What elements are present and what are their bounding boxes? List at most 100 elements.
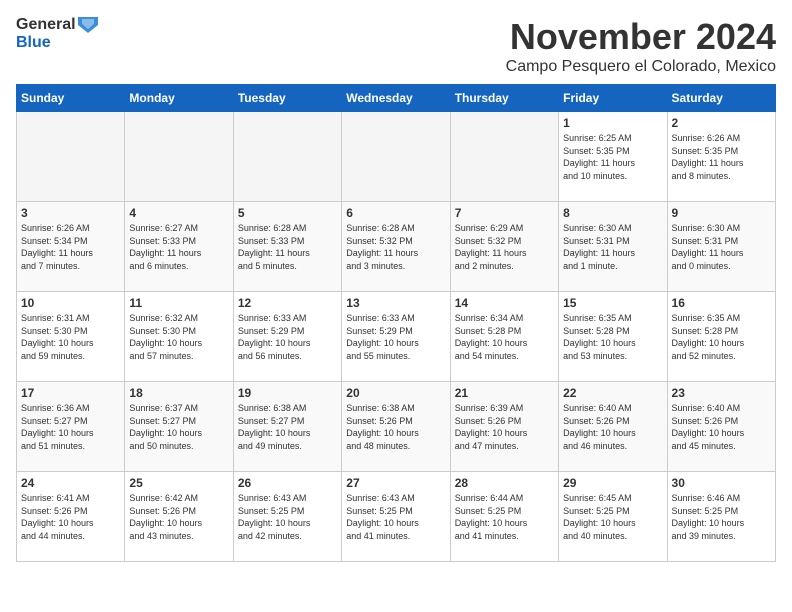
day-number: 2 bbox=[672, 116, 771, 130]
day-cell-3-2: 19 Sunrise: 6:38 AM Sunset: 5:27 PM Dayli… bbox=[233, 382, 341, 472]
day-number: 3 bbox=[21, 206, 120, 220]
day-cell-3-3: 20Sunrise: 6:38 AM Sunset: 5:26 PM Dayli… bbox=[342, 382, 450, 472]
day-number: 23 bbox=[672, 386, 771, 400]
week-row-2: 3 Sunrise: 6:26 AM Sunset: 5:34 PM Daylig… bbox=[17, 202, 776, 292]
day-info: Sunrise: 6:35 AM Sunset: 5:28 PM Dayligh… bbox=[672, 312, 771, 362]
day-cell-3-0: 17 Sunrise: 6:36 AM Sunset: 5:27 PM Dayli… bbox=[17, 382, 125, 472]
day-cell-4-5: 29Sunrise: 6:45 AM Sunset: 5:25 PM Dayli… bbox=[559, 472, 667, 562]
day-info: Sunrise: 6:26 AM Sunset: 5:34 PM Dayligh… bbox=[21, 222, 120, 272]
day-info: Sunrise: 6:36 AM Sunset: 5:27 PM Dayligh… bbox=[21, 402, 120, 452]
page-header: General Blue November 2024 Campo Pesquer… bbox=[16, 16, 776, 76]
day-cell-0-5: 1 Sunrise: 6:25 AM Sunset: 5:35 PM Daylig… bbox=[559, 112, 667, 202]
day-info: Sunrise: 6:43 AM Sunset: 5:25 PM Dayligh… bbox=[346, 492, 445, 542]
month-title: November 2024 bbox=[506, 16, 776, 58]
day-info: Sunrise: 6:40 AM Sunset: 5:26 PM Dayligh… bbox=[672, 402, 771, 452]
day-number: 22 bbox=[563, 386, 662, 400]
day-number: 27 bbox=[346, 476, 445, 490]
day-cell-0-0 bbox=[17, 112, 125, 202]
header-tuesday: Tuesday bbox=[233, 85, 341, 112]
title-block: November 2024 Campo Pesquero el Colorado… bbox=[506, 16, 776, 76]
logo-blue: Blue bbox=[16, 34, 98, 52]
day-number: 25 bbox=[129, 476, 228, 490]
day-cell-4-4: 28Sunrise: 6:44 AM Sunset: 5:25 PM Dayli… bbox=[450, 472, 558, 562]
day-cell-1-2: 5 Sunrise: 6:28 AM Sunset: 5:33 PM Daylig… bbox=[233, 202, 341, 292]
day-cell-0-6: 2 Sunrise: 6:26 AM Sunset: 5:35 PM Daylig… bbox=[667, 112, 775, 202]
day-cell-3-1: 18Sunrise: 6:37 AM Sunset: 5:27 PM Dayli… bbox=[125, 382, 233, 472]
logo: General Blue bbox=[16, 16, 98, 51]
day-number: 26 bbox=[238, 476, 337, 490]
logo-general: General bbox=[16, 16, 76, 34]
day-cell-2-4: 14Sunrise: 6:34 AM Sunset: 5:28 PM Dayli… bbox=[450, 292, 558, 382]
logo-arrow-icon bbox=[78, 17, 98, 33]
day-cell-0-3 bbox=[342, 112, 450, 202]
day-cell-4-3: 27 Sunrise: 6:43 AM Sunset: 5:25 PM Dayli… bbox=[342, 472, 450, 562]
day-number: 15 bbox=[563, 296, 662, 310]
day-cell-4-2: 26Sunrise: 6:43 AM Sunset: 5:25 PM Dayli… bbox=[233, 472, 341, 562]
day-number: 14 bbox=[455, 296, 554, 310]
day-info: Sunrise: 6:31 AM Sunset: 5:30 PM Dayligh… bbox=[21, 312, 120, 362]
calendar-table: Sunday Monday Tuesday Wednesday Thursday… bbox=[16, 84, 776, 562]
day-cell-2-5: 15 Sunrise: 6:35 AM Sunset: 5:28 PM Dayli… bbox=[559, 292, 667, 382]
header-thursday: Thursday bbox=[450, 85, 558, 112]
day-info: Sunrise: 6:33 AM Sunset: 5:29 PM Dayligh… bbox=[238, 312, 337, 362]
day-number: 21 bbox=[455, 386, 554, 400]
day-info: Sunrise: 6:41 AM Sunset: 5:26 PM Dayligh… bbox=[21, 492, 120, 542]
day-info: Sunrise: 6:46 AM Sunset: 5:25 PM Dayligh… bbox=[672, 492, 771, 542]
logo-container: General Blue bbox=[16, 16, 98, 51]
day-info: Sunrise: 6:30 AM Sunset: 5:31 PM Dayligh… bbox=[672, 222, 771, 272]
day-number: 24 bbox=[21, 476, 120, 490]
day-cell-0-1 bbox=[125, 112, 233, 202]
day-cell-3-5: 22 Sunrise: 6:40 AM Sunset: 5:26 PM Dayli… bbox=[559, 382, 667, 472]
day-number: 16 bbox=[672, 296, 771, 310]
day-cell-2-1: 11Sunrise: 6:32 AM Sunset: 5:30 PM Dayli… bbox=[125, 292, 233, 382]
week-row-5: 24 Sunrise: 6:41 AM Sunset: 5:26 PM Dayli… bbox=[17, 472, 776, 562]
day-info: Sunrise: 6:40 AM Sunset: 5:26 PM Dayligh… bbox=[563, 402, 662, 452]
day-info: Sunrise: 6:38 AM Sunset: 5:27 PM Dayligh… bbox=[238, 402, 337, 452]
day-number: 1 bbox=[563, 116, 662, 130]
header-monday: Monday bbox=[125, 85, 233, 112]
header-friday: Friday bbox=[559, 85, 667, 112]
day-number: 18 bbox=[129, 386, 228, 400]
day-number: 9 bbox=[672, 206, 771, 220]
day-cell-1-6: 9 Sunrise: 6:30 AM Sunset: 5:31 PM Daylig… bbox=[667, 202, 775, 292]
day-number: 29 bbox=[563, 476, 662, 490]
day-info: Sunrise: 6:35 AM Sunset: 5:28 PM Dayligh… bbox=[563, 312, 662, 362]
day-info: Sunrise: 6:28 AM Sunset: 5:32 PM Dayligh… bbox=[346, 222, 445, 272]
day-cell-2-0: 10 Sunrise: 6:31 AM Sunset: 5:30 PM Dayli… bbox=[17, 292, 125, 382]
header-sunday: Sunday bbox=[17, 85, 125, 112]
day-cell-1-4: 7 Sunrise: 6:29 AM Sunset: 5:32 PM Daylig… bbox=[450, 202, 558, 292]
day-info: Sunrise: 6:38 AM Sunset: 5:26 PM Dayligh… bbox=[346, 402, 445, 452]
day-info: Sunrise: 6:30 AM Sunset: 5:31 PM Dayligh… bbox=[563, 222, 662, 272]
week-row-1: 1 Sunrise: 6:25 AM Sunset: 5:35 PM Daylig… bbox=[17, 112, 776, 202]
day-cell-4-1: 25Sunrise: 6:42 AM Sunset: 5:26 PM Dayli… bbox=[125, 472, 233, 562]
day-info: Sunrise: 6:29 AM Sunset: 5:32 PM Dayligh… bbox=[455, 222, 554, 272]
day-info: Sunrise: 6:44 AM Sunset: 5:25 PM Dayligh… bbox=[455, 492, 554, 542]
day-cell-3-6: 23 Sunrise: 6:40 AM Sunset: 5:26 PM Dayli… bbox=[667, 382, 775, 472]
day-info: Sunrise: 6:39 AM Sunset: 5:26 PM Dayligh… bbox=[455, 402, 554, 452]
header-saturday: Saturday bbox=[667, 85, 775, 112]
day-number: 4 bbox=[129, 206, 228, 220]
day-info: Sunrise: 6:32 AM Sunset: 5:30 PM Dayligh… bbox=[129, 312, 228, 362]
header-row: Sunday Monday Tuesday Wednesday Thursday… bbox=[17, 85, 776, 112]
day-info: Sunrise: 6:28 AM Sunset: 5:33 PM Dayligh… bbox=[238, 222, 337, 272]
day-cell-1-3: 6Sunrise: 6:28 AM Sunset: 5:32 PM Daylig… bbox=[342, 202, 450, 292]
day-number: 13 bbox=[346, 296, 445, 310]
day-cell-0-4 bbox=[450, 112, 558, 202]
day-number: 5 bbox=[238, 206, 337, 220]
day-number: 12 bbox=[238, 296, 337, 310]
week-row-4: 17 Sunrise: 6:36 AM Sunset: 5:27 PM Dayli… bbox=[17, 382, 776, 472]
day-number: 17 bbox=[21, 386, 120, 400]
location: Campo Pesquero el Colorado, Mexico bbox=[506, 58, 776, 76]
day-number: 7 bbox=[455, 206, 554, 220]
day-info: Sunrise: 6:25 AM Sunset: 5:35 PM Dayligh… bbox=[563, 132, 662, 182]
day-number: 30 bbox=[672, 476, 771, 490]
day-info: Sunrise: 6:27 AM Sunset: 5:33 PM Dayligh… bbox=[129, 222, 228, 272]
day-info: Sunrise: 6:33 AM Sunset: 5:29 PM Dayligh… bbox=[346, 312, 445, 362]
header-wednesday: Wednesday bbox=[342, 85, 450, 112]
week-row-3: 10 Sunrise: 6:31 AM Sunset: 5:30 PM Dayli… bbox=[17, 292, 776, 382]
day-info: Sunrise: 6:26 AM Sunset: 5:35 PM Dayligh… bbox=[672, 132, 771, 182]
day-number: 19 bbox=[238, 386, 337, 400]
day-cell-1-5: 8 Sunrise: 6:30 AM Sunset: 5:31 PM Daylig… bbox=[559, 202, 667, 292]
day-number: 10 bbox=[21, 296, 120, 310]
day-number: 8 bbox=[563, 206, 662, 220]
